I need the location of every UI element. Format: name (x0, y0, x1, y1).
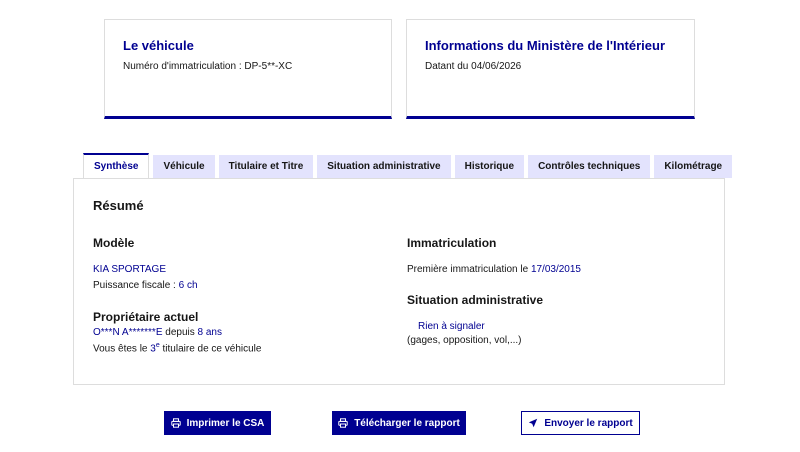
summary-title: Résumé (93, 198, 144, 213)
printer-icon (170, 418, 181, 428)
send-icon (528, 418, 538, 428)
tab-controles-techniques[interactable]: Contrôles techniques (528, 155, 651, 178)
registration-number: Numéro d'immatriculation : DP-5**-XC (123, 61, 293, 72)
owner-name: O***N A*******E (93, 327, 163, 338)
send-report-label: Envoyer le rapport (544, 417, 633, 429)
printer-icon (338, 418, 348, 428)
model-heading: Modèle (93, 236, 135, 250)
download-report-button[interactable]: Télécharger le rapport (332, 411, 466, 435)
tab-situation-administrative[interactable]: Situation administrative (317, 155, 451, 178)
tab-vehicule[interactable]: Véhicule (153, 155, 215, 178)
ministry-card: Informations du Ministère de l'Intérieur… (406, 19, 695, 119)
ministry-card-title: Informations du Ministère de l'Intérieur (425, 38, 666, 53)
owner-rank-line: Vous êtes le 3e titulaire de ce véhicule (93, 342, 262, 355)
registration-heading: Immatriculation (407, 236, 497, 250)
print-csa-label: Imprimer le CSA (186, 417, 265, 429)
summary-panel: Résumé Modèle KIA SPORTAGE Puissance fis… (73, 178, 725, 385)
owner-heading: Propriétaire actuel (93, 310, 199, 324)
print-csa-button[interactable]: Imprimer le CSA (164, 411, 271, 435)
admin-status-value: Rien à signaler (418, 321, 485, 332)
send-report-button[interactable]: Envoyer le rapport (521, 411, 640, 435)
admin-status-heading: Situation administrative (407, 293, 544, 307)
vehicle-card: Le véhicule Numéro d'immatriculation : D… (104, 19, 392, 119)
download-report-label: Télécharger le rapport (354, 417, 460, 429)
tab-synthese[interactable]: Synthèse (83, 153, 150, 178)
first-registration: Première immatriculation le 17/03/2015 (407, 264, 581, 275)
vehicle-card-title: Le véhicule (123, 38, 194, 53)
owner-name-line: O***N A*******E depuis 8 ans (93, 327, 222, 338)
admin-status-details: (gages, opposition, vol,...) (407, 335, 522, 346)
tab-historique[interactable]: Historique (454, 155, 525, 178)
ministry-date: Datant du 04/06/2026 (425, 61, 522, 72)
fiscal-power: Puissance fiscale : 6 ch (93, 280, 198, 291)
model-name: KIA SPORTAGE (93, 264, 166, 275)
tab-titulaire-et-titre[interactable]: Titulaire et Titre (218, 155, 314, 178)
tab-bar: Synthèse Véhicule Titulaire et Titre Sit… (83, 153, 733, 178)
tab-kilometrage[interactable]: Kilométrage (654, 155, 733, 178)
